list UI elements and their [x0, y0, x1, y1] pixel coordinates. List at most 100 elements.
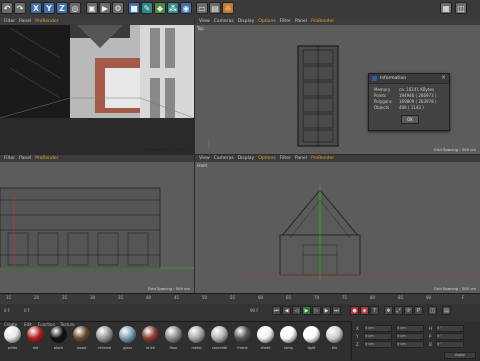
- tick-label: 70: [314, 295, 320, 300]
- rotate-key-icon[interactable]: ⟳: [404, 306, 413, 315]
- autokey-icon[interactable]: ◉: [360, 306, 369, 315]
- play-icon[interactable]: ▶: [302, 306, 311, 315]
- material-name[interactable]: lamp: [278, 346, 300, 350]
- redo-icon[interactable]: ↷: [14, 2, 26, 14]
- tick-label: 50: [202, 295, 208, 300]
- ok-button[interactable]: OK: [401, 115, 419, 124]
- subdivision-icon[interactable]: ◆: [154, 2, 166, 14]
- move-key-icon[interactable]: ✥: [384, 306, 393, 315]
- layout-icon[interactable]: ▦: [440, 2, 452, 14]
- pen-icon[interactable]: ✎: [141, 2, 153, 14]
- material-name[interactable]: concrete: [209, 346, 231, 350]
- tick-label: 85: [398, 295, 404, 300]
- material-name[interactable]: tile: [324, 346, 346, 350]
- material-swatch[interactable]: [257, 326, 274, 343]
- deformer-icon[interactable]: ◉: [180, 2, 192, 14]
- next-key-icon[interactable]: ▷: [312, 306, 321, 315]
- timeline-end[interactable]: 90 F: [250, 308, 259, 313]
- material-swatch[interactable]: [165, 326, 182, 343]
- material-swatch[interactable]: [326, 326, 343, 343]
- size-x-field[interactable]: 0 cm: [396, 325, 424, 332]
- pos-z-field[interactable]: 0 cm: [364, 341, 392, 348]
- menu-function[interactable]: Function: [38, 322, 55, 327]
- rot-h-field[interactable]: 0 °: [436, 325, 464, 332]
- material-name[interactable]: brick: [140, 346, 162, 350]
- material-swatch[interactable]: [211, 326, 228, 343]
- material-name[interactable]: metal: [186, 346, 208, 350]
- material-name[interactable]: wood: [71, 346, 93, 350]
- keyframe-selection-icon[interactable]: ?: [370, 306, 379, 315]
- cube-icon[interactable]: ■: [128, 2, 140, 14]
- material-name[interactable]: glass: [117, 346, 139, 350]
- material-swatch[interactable]: [96, 326, 113, 343]
- close-icon[interactable]: ×: [441, 74, 446, 81]
- prev-frame-icon[interactable]: ◀: [282, 306, 291, 315]
- rot-p-field[interactable]: 0 °: [436, 333, 464, 340]
- menu-panel[interactable]: Panel: [19, 18, 31, 25]
- menu-prorender[interactable]: ProRender: [35, 18, 58, 25]
- right-viewport[interactable]: Filter Panel ProRender Grid Spacing : 500 …: [0, 155, 194, 293]
- material-swatch[interactable]: [142, 326, 159, 343]
- memory-label: Memory: [374, 87, 391, 92]
- window-icon[interactable]: ◫: [455, 2, 467, 14]
- perspective-viewport[interactable]: Filter Panel ProRender Grid Spacing : 1000…: [0, 18, 194, 154]
- material-swatch[interactable]: [27, 326, 44, 343]
- tick-label: 75: [342, 295, 348, 300]
- y-axis-button[interactable]: Y: [43, 2, 55, 14]
- pos-x-field[interactable]: 0 cm: [364, 325, 392, 332]
- material-swatch[interactable]: [188, 326, 205, 343]
- material-name[interactable]: sheet: [255, 346, 277, 350]
- floor-icon[interactable]: ▭: [196, 2, 208, 14]
- size-y-field[interactable]: 0 cm: [396, 333, 424, 340]
- pla-key-icon[interactable]: ◫: [428, 306, 437, 315]
- material-name[interactable]: black: [48, 346, 70, 350]
- material-swatch[interactable]: [234, 326, 251, 343]
- front-viewport[interactable]: View Cameras Display Options Filter Panel ProR…: [195, 155, 480, 293]
- timeline-ruler[interactable]: 15 20 25 30 35 40 45 50 55 60 65 70 75 8…: [0, 294, 480, 304]
- timeline-start[interactable]: 0 F: [4, 308, 10, 313]
- tick-label: 55: [230, 295, 236, 300]
- param-key-icon[interactable]: P: [414, 306, 423, 315]
- render-settings-icon[interactable]: ⚙: [112, 2, 124, 14]
- material-swatch[interactable]: [4, 326, 21, 343]
- material-swatch[interactable]: [280, 326, 297, 343]
- timeline-current[interactable]: 0 F: [24, 308, 30, 313]
- rot-b-field[interactable]: 0 °: [436, 341, 464, 348]
- material-name[interactable]: light: [301, 346, 323, 350]
- go-end-icon[interactable]: ⏭: [332, 306, 341, 315]
- array-icon[interactable]: ⁂: [167, 2, 179, 14]
- perspective-menu: Filter Panel ProRender: [0, 18, 194, 25]
- grid-spacing: Grid Spacing : 10000 cm: [142, 147, 190, 152]
- size-z-field[interactable]: 0 cm: [396, 341, 424, 348]
- material-swatch[interactable]: [73, 326, 90, 343]
- material-name[interactable]: red: [25, 346, 47, 350]
- x-axis-button[interactable]: X: [30, 2, 42, 14]
- pos-y-field[interactable]: 0 cm: [364, 333, 392, 340]
- material-swatch[interactable]: [50, 326, 67, 343]
- material-name[interactable]: floor: [163, 346, 185, 350]
- z-label: Z: [356, 342, 359, 347]
- z-axis-button[interactable]: Z: [56, 2, 68, 14]
- apply-button[interactable]: Apply: [444, 352, 476, 359]
- record-icon[interactable]: ●: [350, 306, 359, 315]
- render-view-icon[interactable]: ▶: [99, 2, 111, 14]
- material-name[interactable]: white: [2, 346, 24, 350]
- material-name[interactable]: frame: [232, 346, 254, 350]
- scale-key-icon[interactable]: ⤢: [394, 306, 403, 315]
- undo-icon[interactable]: ↶: [1, 2, 13, 14]
- light-icon[interactable]: ☼: [222, 2, 234, 14]
- next-frame-icon[interactable]: ▶: [322, 306, 331, 315]
- points-value: 194946 ( 286973 ): [399, 93, 437, 98]
- dialog-titlebar[interactable]: Information ×: [369, 74, 449, 84]
- menu-filter[interactable]: Filter: [4, 18, 15, 25]
- material-swatch[interactable]: [119, 326, 136, 343]
- camera-icon[interactable]: ▤: [209, 2, 221, 14]
- go-start-icon[interactable]: ⏮: [272, 306, 281, 315]
- coordinates-icon[interactable]: ◎: [69, 2, 81, 14]
- prev-key-icon[interactable]: ◁: [292, 306, 301, 315]
- timeline-window-icon[interactable]: ▤: [442, 306, 451, 315]
- material-name[interactable]: chrome: [94, 346, 116, 350]
- material-swatch[interactable]: [303, 326, 320, 343]
- tick-label: 30: [90, 295, 96, 300]
- render-region-icon[interactable]: ▣: [86, 2, 98, 14]
